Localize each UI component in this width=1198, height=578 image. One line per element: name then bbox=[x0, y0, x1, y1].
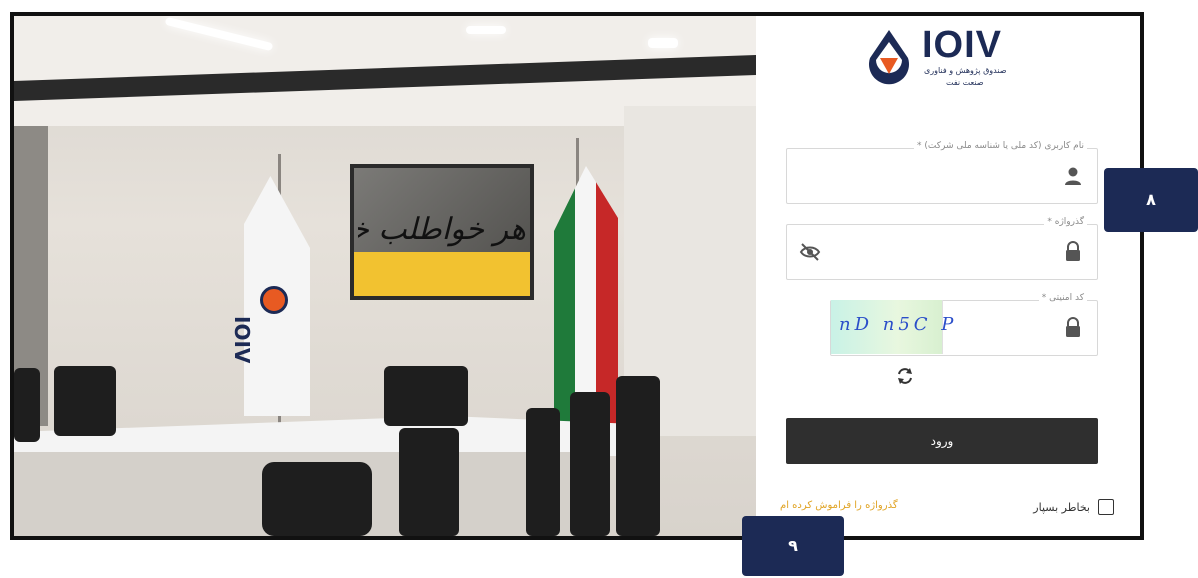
password-label: گذرواژه * bbox=[1044, 217, 1087, 227]
chair bbox=[14, 368, 40, 442]
chair bbox=[384, 366, 468, 426]
painting-calligraphy: هر خواطلب خواهی آنجا طلب کرد bbox=[358, 212, 526, 247]
lock-icon bbox=[1066, 317, 1080, 337]
username-input[interactable] bbox=[835, 157, 1075, 193]
brand-logo: IOIV صندوق پژوهش و فناوری صنعت نفت bbox=[866, 22, 1026, 94]
chair bbox=[399, 428, 459, 536]
chair bbox=[54, 366, 116, 436]
app-frame: هر خواطلب خواهی آنجا طلب کرد IOIV IOIV ص… bbox=[10, 12, 1144, 540]
captcha-text: nD n5C P bbox=[839, 314, 958, 335]
iran-flag bbox=[554, 166, 618, 426]
ceiling-light bbox=[466, 26, 506, 34]
logo-subtitle: صنعت نفت bbox=[946, 78, 984, 87]
forgot-password-link[interactable]: گذرواژه را فراموش کرده ام bbox=[780, 500, 898, 511]
callout-badge-fields: ۸ bbox=[1104, 168, 1198, 232]
remember-checkbox[interactable] bbox=[1098, 499, 1114, 515]
eye-off-icon[interactable] bbox=[799, 241, 821, 263]
login-panel: IOIV صندوق پژوهش و فناوری صنعت نفت نام ک… bbox=[756, 16, 1140, 536]
username-field: نام کاربری (کد ملی یا شناسه ملی شرکت) * bbox=[786, 141, 1098, 204]
lock-icon bbox=[1066, 241, 1080, 261]
chair bbox=[262, 462, 372, 536]
login-button[interactable]: ورود bbox=[786, 418, 1098, 464]
painting-yellow-band bbox=[354, 252, 530, 296]
user-icon bbox=[1065, 167, 1081, 185]
password-field: گذرواژه * bbox=[786, 217, 1098, 280]
logo-title: IOIV bbox=[922, 24, 1003, 66]
remember-me[interactable]: بخاطر بسپار bbox=[1033, 498, 1114, 516]
chair bbox=[570, 392, 610, 536]
remember-label: بخاطر بسپار bbox=[1033, 500, 1090, 514]
logo-drop-icon bbox=[869, 30, 909, 85]
chair bbox=[616, 376, 660, 536]
meeting-room-photo: هر خواطلب خواهی آنجا طلب کرد IOIV bbox=[14, 16, 756, 536]
captcha-image: nD n5C P bbox=[831, 300, 953, 354]
company-flag-text: IOIV bbox=[230, 316, 254, 364]
username-label: نام کاربری (کد ملی یا شناسه ملی شرکت) * bbox=[914, 141, 1087, 151]
chair bbox=[526, 408, 560, 536]
company-flag-emblem bbox=[260, 286, 288, 314]
refresh-icon[interactable] bbox=[895, 366, 915, 386]
logo-subtitle: صندوق پژوهش و فناوری bbox=[924, 66, 1007, 75]
callout-badge-links: ۹ bbox=[742, 516, 844, 576]
ceiling-light bbox=[648, 38, 678, 48]
captcha-label: کد امنیتی * bbox=[1038, 293, 1087, 303]
calligraphy-painting: هر خواطلب خواهی آنجا طلب کرد bbox=[350, 164, 534, 300]
password-input[interactable] bbox=[835, 233, 1075, 269]
captcha-input[interactable] bbox=[955, 309, 1055, 345]
